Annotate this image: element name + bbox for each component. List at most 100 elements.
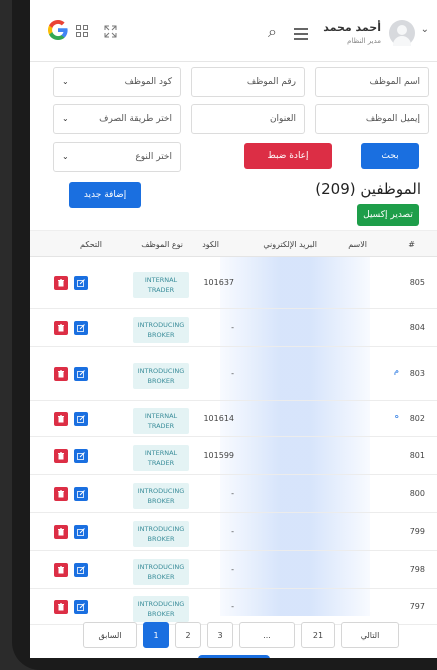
edit-button[interactable] [74,367,88,381]
employee-code: - [231,565,234,574]
table-row[interactable]: 799 - INTRODUCING BROKER [30,513,437,551]
chevron-down-icon[interactable]: ⌄ [421,24,429,35]
employee-type-line2: TRADER [147,422,175,430]
edit-button[interactable] [74,563,88,577]
delete-button[interactable] [54,563,68,577]
chevron-down-icon: ⌄ [62,77,69,86]
search-icon[interactable]: ⌕ [268,22,277,42]
employee-type-line1: INTRODUCING [137,563,185,571]
edit-icon [77,279,85,287]
edit-icon [77,490,85,498]
edit-icon [77,324,85,332]
employee-type-line1: INTERNAL [144,449,178,457]
delete-button[interactable] [54,412,68,426]
delete-button[interactable] [54,525,68,539]
edit-icon [77,370,85,378]
employee-type-badge: INTRODUCING BROKER [133,521,189,547]
edit-button[interactable] [74,600,88,614]
delete-button[interactable] [54,367,68,381]
edit-button[interactable] [74,412,88,426]
employee-code: 101599 [203,451,234,460]
user-name: أحمد محمد [323,21,381,34]
employee-type-line2: TRADER [147,286,175,294]
address-placeholder: العنوان [269,114,296,124]
export-excel-button[interactable]: تصدير إكسيل [357,204,419,226]
edit-button[interactable] [74,525,88,539]
table-row[interactable]: 798 - INTRODUCING BROKER [30,551,437,589]
reset-button[interactable]: إعادة ضبط [244,143,332,169]
avatar[interactable] [389,20,415,46]
user-role: مدير النظام [347,37,381,45]
bottom-action-button[interactable] [198,655,270,658]
employee-type-badge: INTRODUCING BROKER [133,483,189,509]
table-row[interactable]: 797 - INTRODUCING BROKER [30,589,437,625]
employee-code: 101637 [203,278,234,287]
row-number: 797 [409,602,425,611]
employee-code: - [231,527,234,536]
employee-type-line2: BROKER [147,497,175,505]
employee-type-line1: INTERNAL [144,412,178,420]
page-1-button[interactable]: 1 [143,622,169,648]
employee-name[interactable]: م [394,366,399,375]
edit-button[interactable] [74,487,88,501]
table-row[interactable]: 804 - INTRODUCING BROKER [30,309,437,347]
google-logo-icon [48,20,68,40]
app-screen: ⌄ أحمد محمد مدير النظام ⌕ اسم الموظف رقم… [30,0,437,658]
header-type: نوع الموظف [141,240,183,249]
employee-type-line1: INTRODUCING [137,525,185,533]
next-page-button[interactable]: التالي [341,622,399,648]
employee-email-field[interactable]: إيميل الموظف [315,104,429,134]
table-row[interactable]: 805 101637 INTERNAL TRADER [30,257,437,309]
employee-type-badge: INTERNAL TRADER [133,272,189,298]
delete-button[interactable] [54,449,68,463]
employee-code: - [231,602,234,611]
search-button[interactable]: بحث [361,143,419,169]
employee-code: - [231,489,234,498]
page-21-button[interactable]: 21 [301,622,335,648]
table-row[interactable]: 803 م - INTRODUCING BROKER [30,347,437,401]
prev-page-button[interactable]: السابق [83,622,137,648]
employee-name[interactable]: ه [395,411,399,420]
employee-type-badge: INTRODUCING BROKER [133,596,189,622]
employee-type-badge: INTRODUCING BROKER [133,363,189,389]
table-row[interactable]: 800 - INTRODUCING BROKER [30,475,437,513]
trash-icon [58,370,64,378]
menu-icon[interactable] [294,28,308,40]
type-select[interactable]: اختر النوع ⌄ [53,142,181,172]
delete-button[interactable] [54,321,68,335]
edit-button[interactable] [74,276,88,290]
address-field[interactable]: العنوان [191,104,305,134]
edit-button[interactable] [74,321,88,335]
row-number: 803 [409,369,425,378]
trash-icon [58,566,64,574]
employee-type-badge: INTRODUCING BROKER [133,317,189,343]
delete-button[interactable] [54,487,68,501]
page-2-button[interactable]: 2 [175,622,201,648]
phone-frame: ⌄ أحمد محمد مدير النظام ⌕ اسم الموظف رقم… [12,0,437,670]
trash-icon [58,279,64,287]
payment-method-placeholder: اختر طريقة الصرف [99,114,172,124]
employee-code-select[interactable]: كود الموظف ⌄ [53,67,181,97]
employee-type-line2: BROKER [147,377,175,385]
employees-table: # الاسم البريد الإلكتروني الكود نوع المو… [30,230,437,625]
employee-number-placeholder: رقم الموظف [246,77,296,87]
page-title: الموظفين (209) [315,180,421,198]
row-number: 800 [409,489,425,498]
add-new-button[interactable]: إضافة جديد [69,182,141,208]
employee-name-field[interactable]: اسم الموظف [315,67,429,97]
edit-button[interactable] [74,449,88,463]
type-placeholder: اختر النوع [135,152,172,162]
table-row[interactable]: 802 ه 101614 INTERNAL TRADER [30,401,437,437]
employee-number-field[interactable]: رقم الموظف [191,67,305,97]
delete-button[interactable] [54,600,68,614]
pagination-ellipsis: ... [239,622,295,648]
payment-method-select[interactable]: اختر طريقة الصرف ⌄ [53,104,181,134]
delete-button[interactable] [54,276,68,290]
trash-icon [58,452,64,460]
employee-type-line1: INTRODUCING [137,600,185,608]
apps-grid-icon[interactable] [76,25,89,38]
table-row[interactable]: 801 101599 INTERNAL TRADER [30,437,437,475]
page-3-button[interactable]: 3 [207,622,233,648]
fullscreen-icon[interactable] [104,25,117,38]
employee-code: - [231,369,234,378]
